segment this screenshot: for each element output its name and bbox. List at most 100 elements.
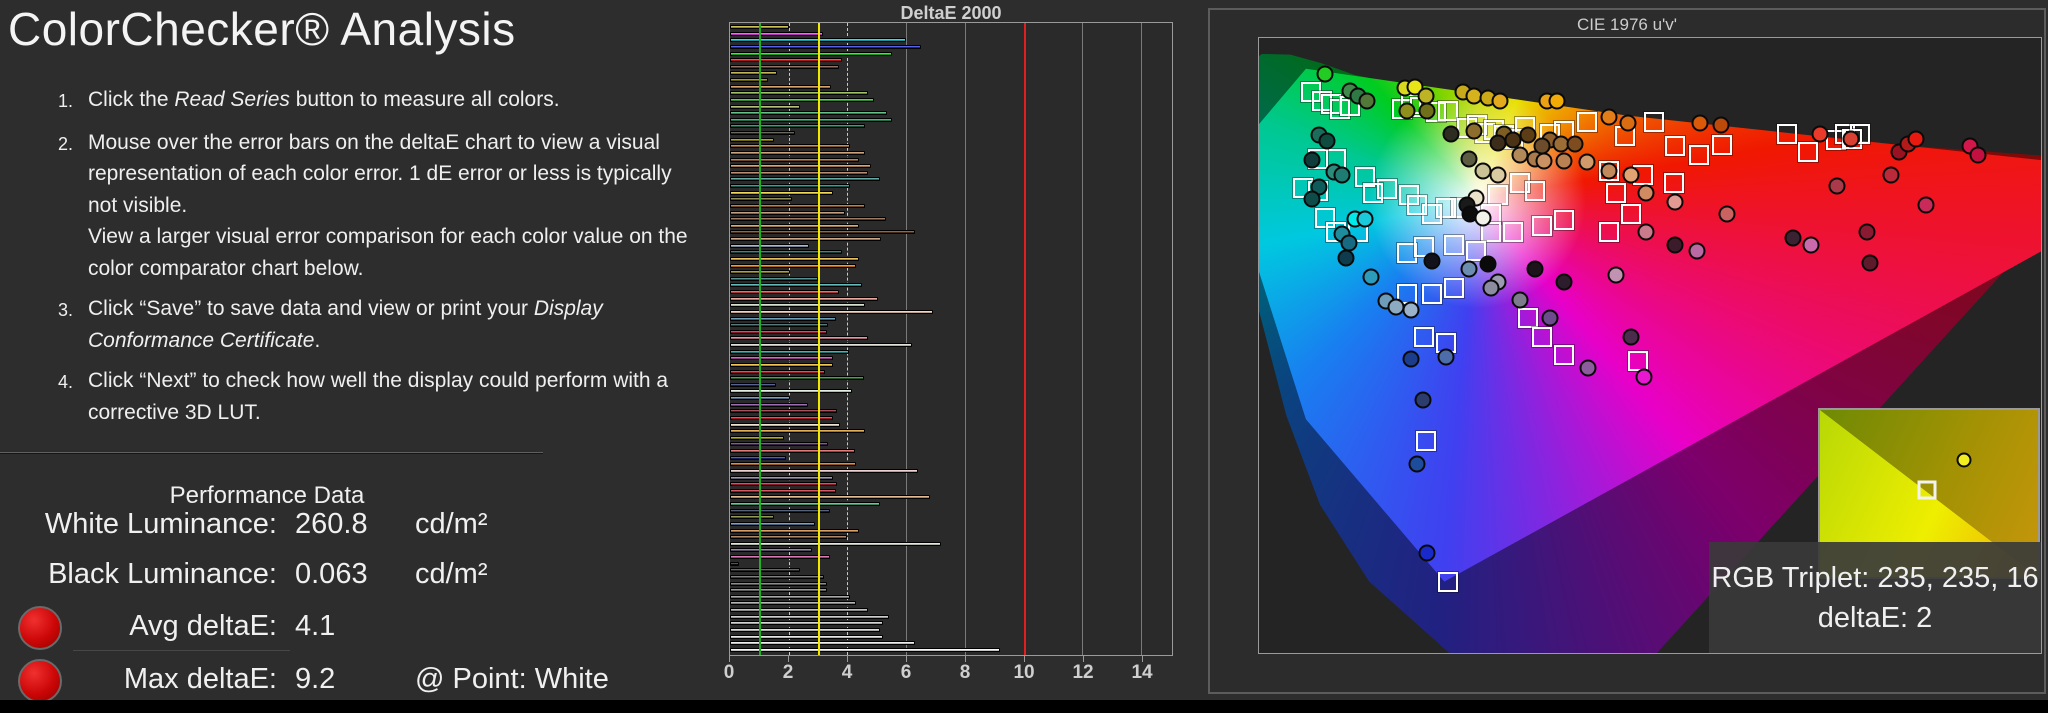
deltae-bar[interactable] xyxy=(730,376,864,380)
metric-label: White Luminance: xyxy=(0,508,277,541)
deltae-bar[interactable] xyxy=(730,277,818,281)
deltae-bar[interactable] xyxy=(730,244,809,248)
deltae-bar[interactable] xyxy=(730,118,892,122)
deltae-bar[interactable] xyxy=(730,144,850,148)
cie-y-tick xyxy=(1258,469,1259,470)
deltae-bar[interactable] xyxy=(730,257,859,261)
measured-point xyxy=(1398,102,1415,119)
deltae-bar[interactable] xyxy=(730,628,880,632)
deltae-bar[interactable] xyxy=(730,615,889,619)
deltae-bar[interactable] xyxy=(730,171,868,175)
deltae-bar[interactable] xyxy=(730,224,859,228)
deltae-bar[interactable] xyxy=(730,462,856,466)
deltae-bar[interactable] xyxy=(730,370,825,374)
deltae-bar[interactable] xyxy=(730,449,855,453)
measured-point xyxy=(1363,268,1380,285)
deltae-bar[interactable] xyxy=(730,529,859,533)
deltae-bar[interactable] xyxy=(730,98,874,102)
deltae-bar[interactable] xyxy=(730,250,842,254)
measured-point xyxy=(1402,351,1419,368)
deltae-bar[interactable] xyxy=(730,502,880,506)
deltae-bar[interactable] xyxy=(730,641,915,645)
measured-point xyxy=(1357,210,1374,227)
deltae-bar[interactable] xyxy=(730,336,868,340)
deltae-bar[interactable] xyxy=(730,283,862,287)
deltae-bar[interactable] xyxy=(730,568,800,572)
deltae-bar[interactable] xyxy=(730,237,881,241)
deltae-bar[interactable] xyxy=(730,184,850,188)
deltae-bar[interactable] xyxy=(730,217,886,221)
deltae-bar[interactable] xyxy=(730,482,837,486)
measured-point xyxy=(1556,273,1573,290)
deltae-bar[interactable] xyxy=(730,522,815,526)
deltae-bar[interactable] xyxy=(730,562,739,566)
metric-value: 260.8 xyxy=(295,508,368,541)
deltae-bar[interactable] xyxy=(730,582,827,586)
deltae-bar[interactable] xyxy=(730,423,840,427)
target-square xyxy=(1554,210,1574,230)
deltae-bar[interactable] xyxy=(730,264,856,268)
deltae-bar[interactable] xyxy=(730,588,827,592)
cie-x-tick xyxy=(1849,653,1850,654)
performance-row: Black Luminance:0.063cd/m² xyxy=(0,558,730,598)
deltae-bar[interactable] xyxy=(730,601,856,605)
deltae-bar[interactable] xyxy=(730,230,915,234)
deltae-bar[interactable] xyxy=(730,595,850,599)
deltae-bar[interactable] xyxy=(730,403,808,407)
deltae-bar[interactable] xyxy=(730,303,865,307)
deltae-bar[interactable] xyxy=(730,429,865,433)
deltae-bar[interactable] xyxy=(730,177,880,181)
target-square xyxy=(1599,222,1619,242)
deltae-bar[interactable] xyxy=(730,469,918,473)
deltae-bar[interactable] xyxy=(730,151,865,155)
deltae-bar[interactable] xyxy=(730,211,845,215)
metric-value: 9.2 xyxy=(295,663,335,696)
deltae-bar[interactable] xyxy=(730,575,824,579)
deltae-bar[interactable] xyxy=(730,65,839,69)
metric-unit: cd/m² xyxy=(415,558,488,591)
deltae-bar[interactable] xyxy=(730,343,912,347)
deltae-bar[interactable] xyxy=(730,555,830,559)
deltae-bar[interactable] xyxy=(730,535,847,539)
deltae-bar[interactable] xyxy=(730,608,868,612)
deltae-bar[interactable] xyxy=(730,436,784,440)
deltae-bar[interactable] xyxy=(730,323,828,327)
deltae-bar[interactable] xyxy=(730,442,828,446)
deltae-bar[interactable] xyxy=(730,131,795,135)
deltae-bar[interactable] xyxy=(730,389,852,393)
deltae-bar[interactable] xyxy=(730,105,800,109)
measured-point xyxy=(1712,117,1729,134)
deltae-bar[interactable] xyxy=(730,111,887,115)
deltae-bar[interactable] xyxy=(730,509,830,513)
deltae-bar[interactable] xyxy=(730,350,849,354)
deltae-bar[interactable] xyxy=(730,71,777,75)
deltae-bar[interactable] xyxy=(730,78,768,82)
deltae-bar[interactable] xyxy=(730,158,859,162)
deltae-bar[interactable] xyxy=(730,648,1000,652)
deltae-bar[interactable] xyxy=(730,330,827,334)
deltae-bar[interactable] xyxy=(730,456,786,460)
deltae-bar[interactable] xyxy=(730,383,776,387)
deltae-bar[interactable] xyxy=(730,542,941,546)
deltae-bar[interactable] xyxy=(730,635,883,639)
target-square xyxy=(1407,195,1427,215)
instruction-item-4: 4.Click “Next” to check how well the dis… xyxy=(58,365,688,428)
deltae-bar[interactable] xyxy=(730,409,837,413)
deltae-bar[interactable] xyxy=(730,138,774,142)
deltae-bar[interactable] xyxy=(730,515,774,519)
deltae-bar[interactable] xyxy=(730,164,871,168)
deltae-bar[interactable] xyxy=(730,290,839,294)
deltae-bar[interactable] xyxy=(730,204,865,208)
deltae-bar[interactable] xyxy=(730,32,823,36)
cie-x-tick xyxy=(1554,653,1555,654)
deltae-bar[interactable] xyxy=(730,297,878,301)
deltae-bar[interactable] xyxy=(730,548,812,552)
deltae-bar[interactable] xyxy=(730,621,883,625)
deltae-bar[interactable] xyxy=(730,91,868,95)
deltae-bar[interactable] xyxy=(730,58,842,62)
deltae-bar[interactable] xyxy=(730,85,831,89)
deltae-bar[interactable] xyxy=(730,124,865,128)
measured-point xyxy=(1442,125,1459,142)
deltae-bar[interactable] xyxy=(730,52,892,56)
target-square xyxy=(1606,183,1626,203)
